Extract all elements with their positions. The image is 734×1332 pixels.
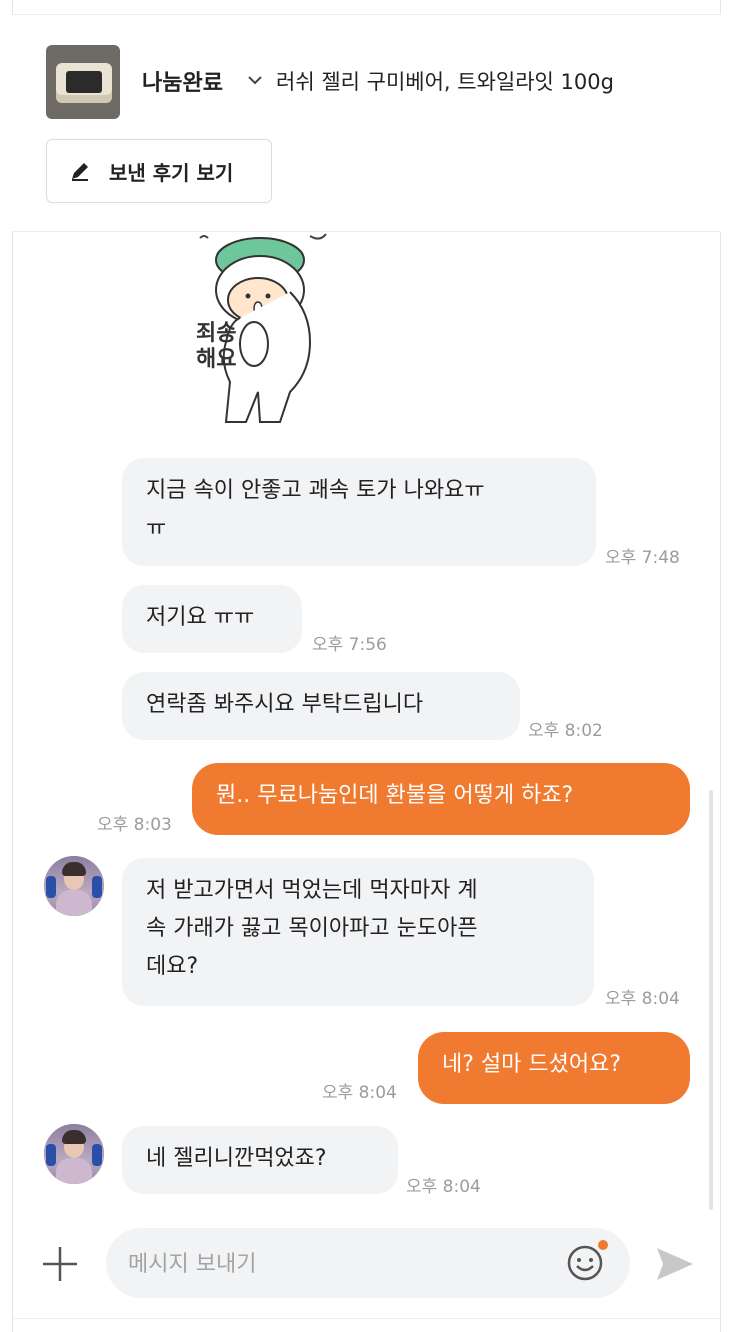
outgoing-message[interactable]: 네? 설마 드셨어요? [418, 1032, 690, 1104]
message-time: 오후 8:04 [322, 1083, 397, 1103]
message-text: 저기요 ㅠㅠ [146, 605, 255, 630]
incoming-message[interactable]: 네 젤리니깐먹었죠? [122, 1126, 398, 1194]
incoming-message[interactable]: 지금 속이 안좋고 괘속 토가 나와요ㅠ ㅠ [122, 458, 596, 566]
message-time: 오후 8:04 [605, 989, 680, 1009]
message-time: 오후 7:48 [605, 548, 680, 568]
avatar[interactable] [44, 856, 104, 916]
sticker-text-line2: 해요 [196, 347, 236, 372]
message-text: 뭔.. 무료나눔인데 환불을 어떻게 하죠? [216, 783, 574, 808]
product-title: 러쉬 젤리 구미베어, 트와일라잇 100g [276, 70, 614, 94]
message-time: 오후 8:03 [97, 815, 172, 835]
message-time: 오후 8:04 [406, 1177, 481, 1197]
view-review-button[interactable]: 보낸 후기 보기 [46, 139, 272, 203]
message-input-placeholder: 메시지 보내기 [128, 1252, 257, 1277]
chat-scrollbar[interactable] [709, 790, 713, 1210]
message-text-line: 속 가래가 끓고 목이아파고 눈도아픈 [146, 916, 478, 941]
plus-icon[interactable] [40, 1244, 80, 1284]
product-header: 나눔완료 러쉬 젤리 구미베어, 트와일라잇 100g 보낸 후기 보기 [12, 15, 721, 232]
emoji-notification-dot [598, 1240, 608, 1250]
bottom-divider [12, 1318, 721, 1319]
message-text: 네 젤리니깐먹었죠? [146, 1146, 327, 1171]
chevron-down-icon[interactable] [244, 69, 266, 91]
outgoing-message[interactable]: 뭔.. 무료나눔인데 환불을 어떻게 하죠? [192, 763, 690, 835]
avatar[interactable] [44, 1124, 104, 1184]
apology-sticker: 죄송 해요 [196, 233, 327, 423]
sticker-text-line1: 죄송 [196, 321, 236, 346]
product-label-image [66, 71, 102, 93]
view-review-label: 보낸 후기 보기 [109, 161, 234, 185]
incoming-message[interactable]: 연락좀 봐주시요 부탁드립니다 [122, 672, 520, 740]
emoji-icon[interactable] [566, 1244, 604, 1282]
message-time: 오후 7:56 [312, 635, 387, 655]
send-icon[interactable] [654, 1244, 696, 1284]
product-thumbnail[interactable] [46, 45, 120, 119]
message-input[interactable]: 메시지 보내기 [106, 1228, 630, 1298]
message-text-line: 저 받고가면서 먹었는데 먹자마자 계 [146, 878, 478, 903]
incoming-message[interactable]: 저기요 ㅠㅠ [122, 585, 302, 653]
message-text: 네? 설마 드셨어요? [442, 1052, 622, 1077]
message-text-line: ㅠ [146, 516, 167, 541]
message-time: 오후 8:02 [528, 721, 603, 741]
message-text-line: 데요? [146, 954, 199, 979]
incoming-message[interactable]: 저 받고가면서 먹었는데 먹자마자 계 속 가래가 끓고 목이아파고 눈도아픈 … [122, 858, 594, 1006]
trade-status-label[interactable]: 나눔완료 [142, 65, 223, 97]
message-text-line: 지금 속이 안좋고 괘속 토가 나와요ㅠ [146, 478, 485, 503]
message-text: 연락좀 봐주시요 부탁드립니다 [146, 692, 424, 717]
pencil-icon [72, 163, 88, 181]
